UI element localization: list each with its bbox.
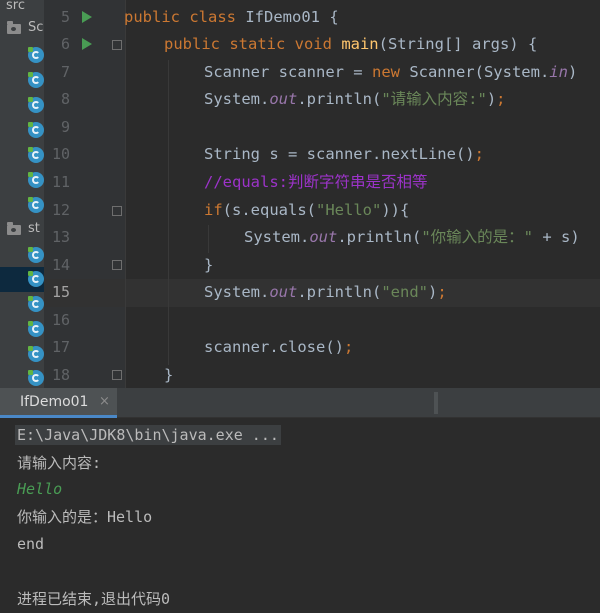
java-class-icon (28, 72, 44, 88)
java-class-icon (28, 147, 44, 163)
close-icon[interactable]: × (99, 394, 110, 409)
tree-class-item[interactable] (0, 68, 44, 93)
tree-class-item[interactable] (0, 342, 44, 367)
code-line-12: if(s.equals("Hello")){ (204, 201, 410, 219)
fold-icon[interactable] (112, 206, 122, 216)
code-line-17: scanner.close(); (204, 338, 354, 356)
package-folder-icon (7, 222, 21, 235)
tree-class-item[interactable] (0, 168, 44, 193)
java-class-icon (28, 47, 44, 63)
indent-guide (208, 225, 209, 253)
line-number: 14 (51, 256, 70, 274)
tree-folder-sc[interactable]: Sc (4, 20, 44, 38)
console-output-line: 你输入的是：Hello (17, 508, 153, 526)
line-number: 12 (51, 201, 70, 219)
code-line-14: } (204, 256, 214, 274)
code-line-15: System.out.println("end"); (204, 283, 447, 301)
tree-class-item[interactable] (0, 317, 44, 342)
package-folder-icon (7, 21, 21, 34)
tree-class-item[interactable] (0, 243, 44, 268)
line-number: 13 (51, 228, 70, 246)
run-main-icon[interactable] (82, 38, 92, 50)
console-output-line: end (17, 535, 45, 553)
line-number: 17 (51, 338, 70, 356)
tree-class-item[interactable] (0, 292, 44, 317)
line-number: 5 (60, 8, 70, 26)
java-class-icon (28, 122, 44, 138)
java-class-icon (28, 370, 44, 386)
tab-ifdemo01[interactable]: IfDemo01 × (0, 388, 117, 418)
java-class-icon (28, 247, 44, 263)
tree-class-item-selected[interactable] (0, 267, 44, 292)
line-number-current: 15 (51, 283, 70, 301)
console-command-line[interactable]: E:\Java\JDK8\bin\java.exe ... (15, 425, 281, 445)
console-output-line: 请输入内容: (17, 454, 102, 472)
run-class-icon[interactable] (82, 11, 92, 23)
project-tree: src Sc st (0, 0, 44, 388)
tree-class-item[interactable] (0, 193, 44, 218)
code-line-18: } (164, 366, 174, 384)
gutter-separator (125, 0, 126, 388)
tree-class-item[interactable] (0, 43, 44, 68)
line-number: 9 (60, 118, 70, 136)
tab-label: IfDemo01 (20, 394, 89, 410)
code-line-10: String s = scanner.nextLine(); (204, 145, 484, 163)
line-number: 16 (51, 311, 70, 329)
java-class-icon (28, 271, 44, 287)
console-exit-message: 进程已结束,退出代码0 (17, 590, 171, 608)
code-line-11-comment: //equals:判断字符串是否相等 (204, 173, 428, 191)
fold-icon[interactable] (112, 40, 122, 50)
code-editor[interactable] (126, 0, 600, 388)
line-number: 7 (60, 63, 70, 81)
line-number: 11 (51, 173, 70, 191)
line-number: 8 (60, 90, 70, 108)
line-number: 10 (51, 145, 70, 163)
fold-icon[interactable] (112, 260, 122, 270)
java-class-icon (28, 197, 44, 213)
java-class-icon (28, 172, 44, 188)
java-class-icon (28, 296, 44, 312)
line-number: 6 (60, 35, 70, 53)
tree-folder-st[interactable]: st (4, 221, 44, 239)
code-line-8: System.out.println("请输入内容:"); (204, 90, 506, 108)
tree-src-label[interactable]: src (6, 0, 25, 13)
indent-guide (168, 60, 169, 365)
java-class-icon (28, 97, 44, 113)
tree-folder-label: st (28, 221, 40, 236)
code-line-13: System.out.println("你输入的是：" + s) (244, 228, 580, 246)
console-user-input: Hello (17, 480, 63, 498)
editor-gutter (44, 0, 126, 388)
tree-class-item[interactable] (0, 143, 44, 168)
java-class-icon (28, 346, 44, 362)
line-number: 18 (51, 366, 70, 384)
run-tab-bar: IfDemo01 × (0, 388, 600, 418)
java-class-icon (28, 321, 44, 337)
tree-folder-label: Sc (28, 20, 44, 35)
code-line-5: public class IfDemo01 { (124, 8, 339, 26)
run-tool-window: IfDemo01 × E:\Java\JDK8\bin\java.exe ...… (0, 388, 600, 613)
tree-class-item[interactable] (0, 118, 44, 143)
fold-icon[interactable] (112, 370, 122, 380)
tab-bar-divider (434, 392, 438, 414)
code-line-6: public static void main(String[] args) { (164, 35, 538, 53)
code-line-7: Scanner scanner = new Scanner(System.in) (204, 63, 578, 81)
tree-class-item[interactable] (0, 366, 44, 388)
tree-class-item[interactable] (0, 93, 44, 118)
